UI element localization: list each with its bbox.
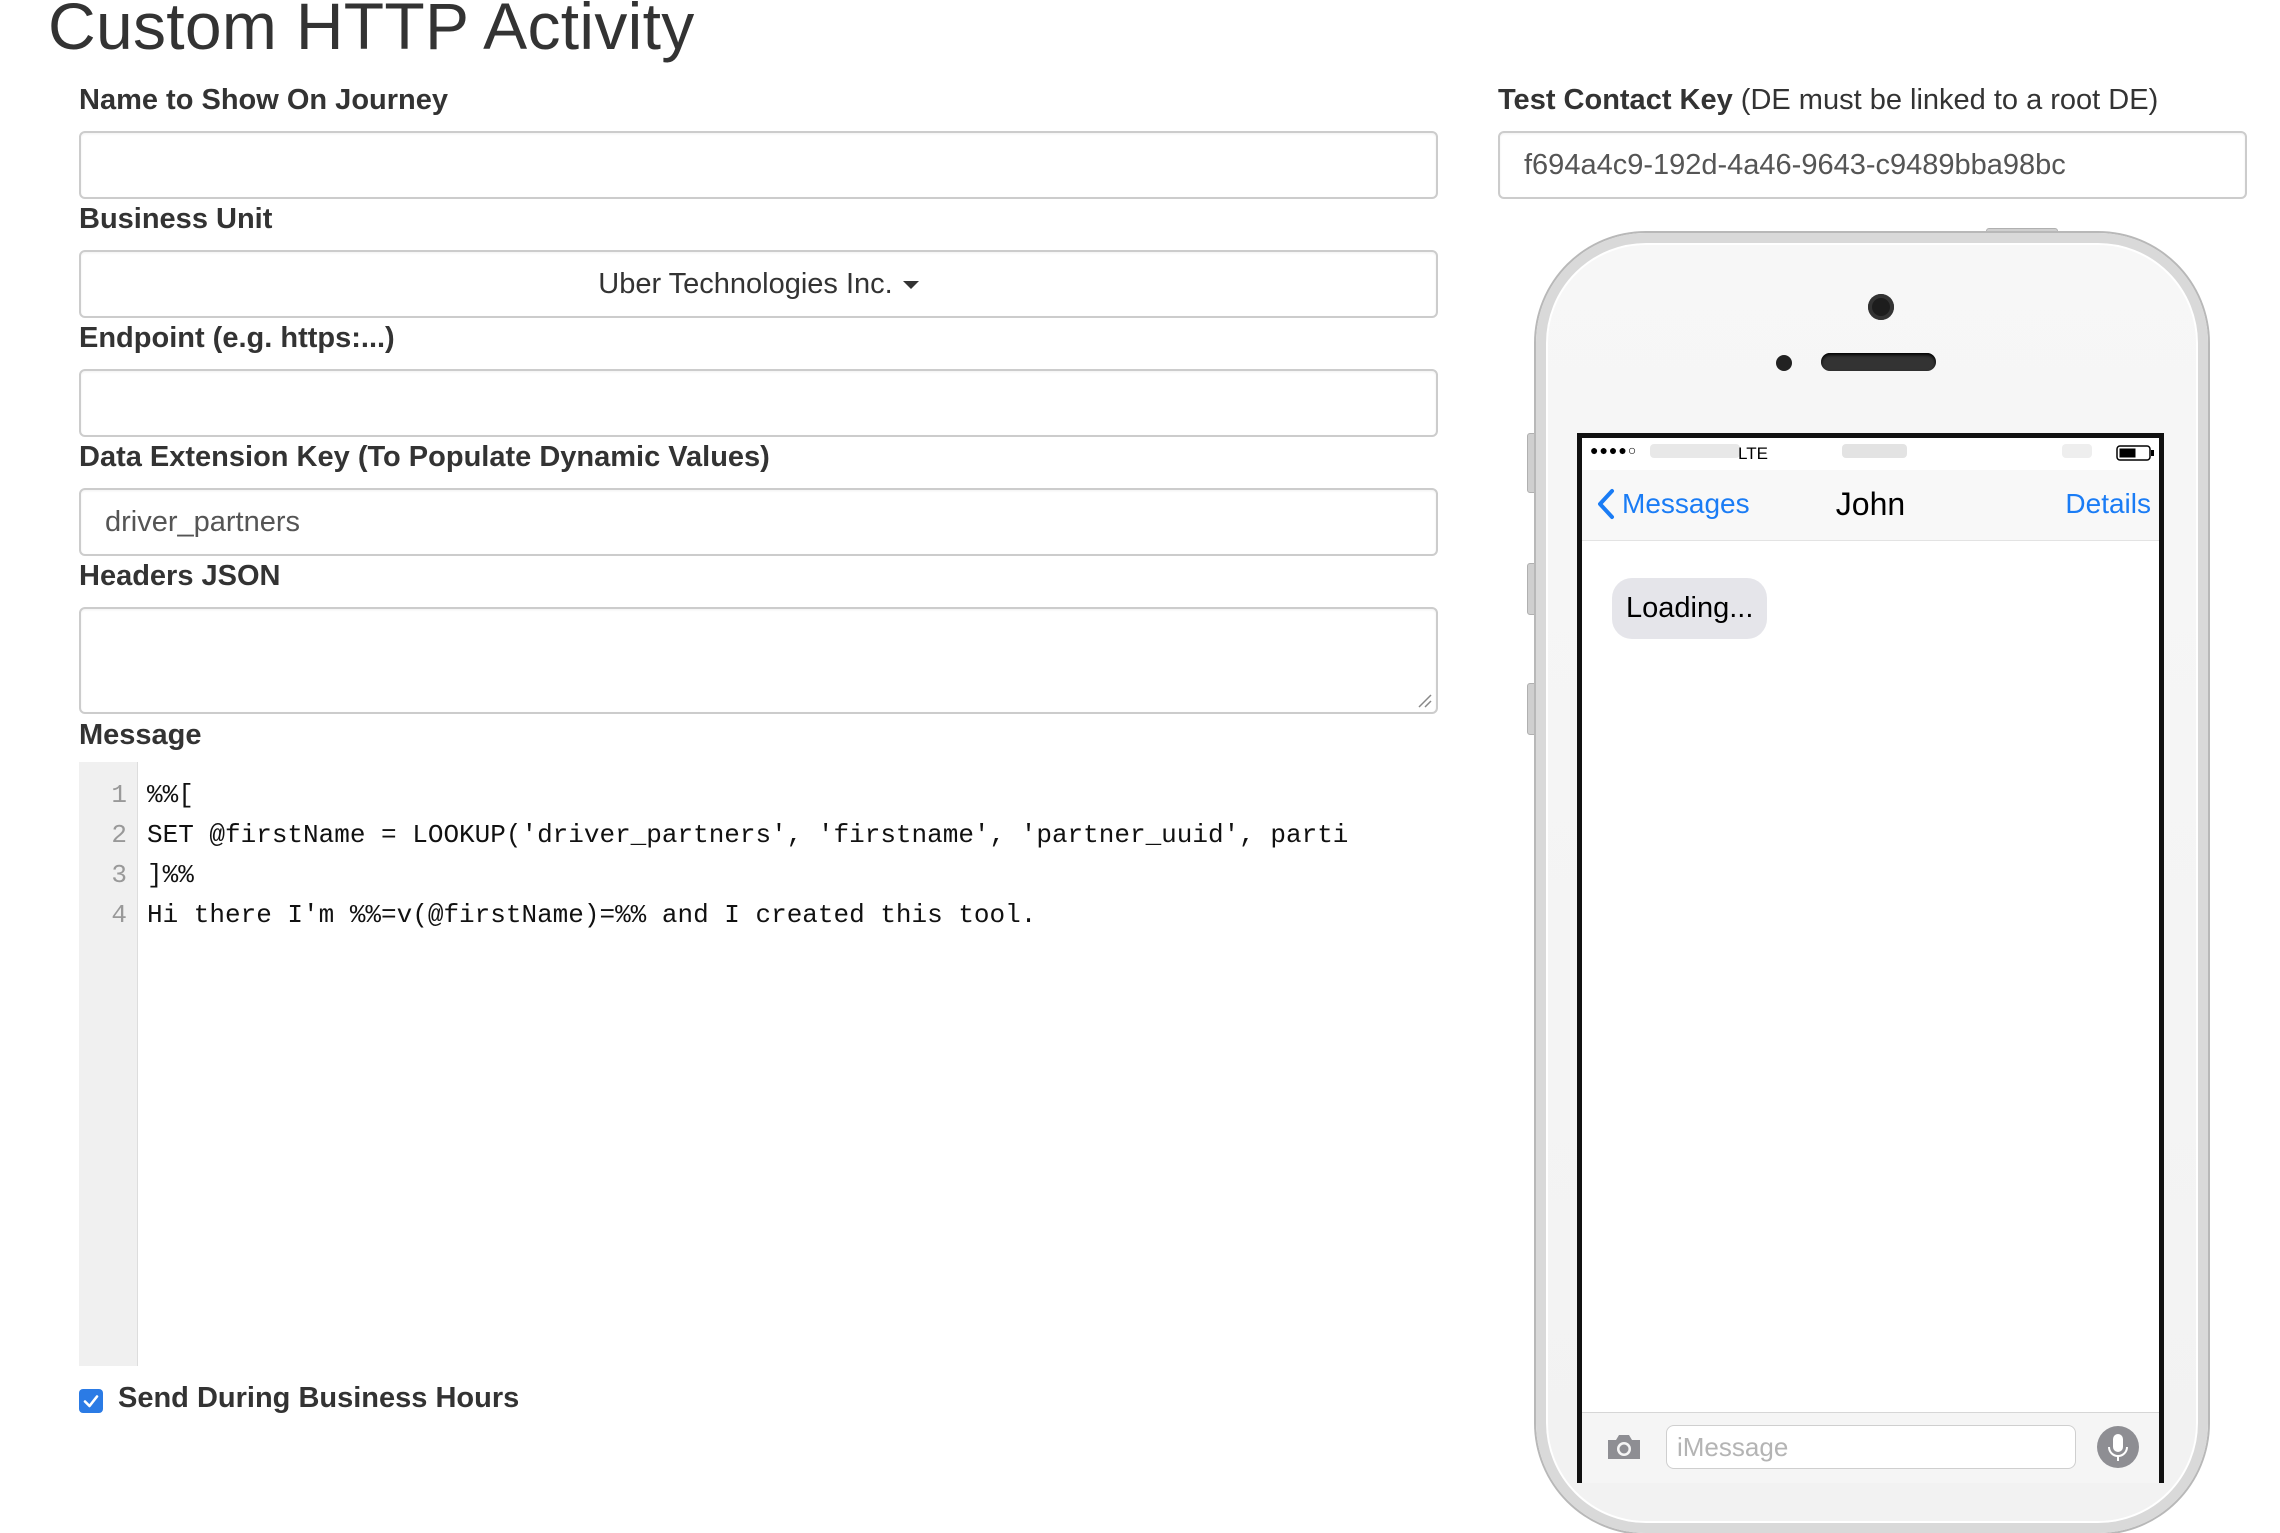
business-unit-label: Business Unit (79, 203, 273, 235)
de-key-value: driver_partners (105, 505, 301, 538)
page-title: Custom HTTP Activity (48, 0, 695, 63)
business-hours-checkbox[interactable] (79, 1389, 103, 1413)
endpoint-input[interactable] (79, 369, 1438, 437)
check-icon (83, 1395, 99, 1408)
camera-icon[interactable] (1604, 1431, 1644, 1463)
test-contact-label-note: (DE must be linked to a root DE) (1740, 84, 2159, 116)
code-line[interactable]: Hi there I'm %%=v(@firstName)=%% and I c… (147, 900, 1036, 930)
de-key-label: Data Extension Key (To Populate Dynamic … (79, 441, 770, 473)
time-blurred (1842, 444, 1907, 458)
proximity-sensor (1776, 355, 1792, 371)
de-key-input[interactable]: driver_partners (79, 488, 1438, 556)
business-unit-value: Uber Technologies Inc. (598, 267, 893, 300)
code-line[interactable]: ]%% (147, 860, 194, 890)
line-number: 4 (111, 900, 127, 930)
headers-textarea[interactable] (79, 607, 1438, 714)
line-number: 2 (111, 820, 127, 850)
battery-icon (2116, 445, 2154, 461)
test-contact-label: Test Contact Key (DE must be linked to a… (1498, 84, 2158, 117)
signal-indicator: ●●●●○ (1590, 442, 1638, 458)
imessage-placeholder: iMessage (1677, 1431, 1789, 1462)
camera-lens (1868, 294, 1894, 320)
carrier-blurred (1650, 444, 1740, 458)
network-type: LTE (1738, 444, 1768, 463)
caret-down-icon (902, 281, 919, 289)
endpoint-label: Endpoint (e.g. https:...) (79, 322, 395, 354)
code-line[interactable]: %%[ (147, 780, 194, 810)
test-contact-value: f694a4c9-192d-4a46-9643-c9489bba98bc (1524, 148, 2066, 181)
line-number: 1 (111, 780, 127, 810)
code-line[interactable]: SET @firstName = LOOKUP('driver_partners… (147, 820, 1348, 850)
line-number: 3 (111, 860, 127, 890)
ios-nav-bar: Messages John Details (1582, 470, 2159, 541)
business-hours-label: Send During Business Hours (118, 1382, 520, 1414)
business-unit-select[interactable]: Uber Technologies Inc. (79, 250, 1438, 318)
name-input[interactable] (79, 131, 1438, 199)
ios-status-bar: ●●●●○ LTE (1582, 438, 2159, 470)
headers-label: Headers JSON (79, 560, 281, 592)
line-number-gutter: 1 2 3 4 (79, 762, 138, 1366)
imessage-input[interactable]: iMessage (1666, 1425, 2076, 1469)
bluetooth-blurred (2062, 444, 2092, 458)
name-label: Name to Show On Journey (79, 84, 448, 116)
message-bubble: Loading... (1612, 578, 1768, 639)
resize-grip-icon[interactable] (1416, 692, 1432, 708)
message-code-editor[interactable]: 1 2 3 4 %%[ SET @firstName = LOOKUP('dri… (79, 762, 1438, 1366)
details-button[interactable]: Details (2065, 488, 2151, 520)
test-contact-label-bold: Test Contact Key (1498, 84, 1733, 116)
message-label: Message (79, 719, 202, 751)
speaker-grille (1821, 353, 1936, 371)
phone-screen: ●●●●○ LTE Messages John Details Loading.… (1577, 433, 2164, 1483)
test-contact-input[interactable]: f694a4c9-192d-4a46-9643-c9489bba98bc (1498, 131, 2247, 199)
microphone-icon[interactable] (2096, 1425, 2140, 1469)
